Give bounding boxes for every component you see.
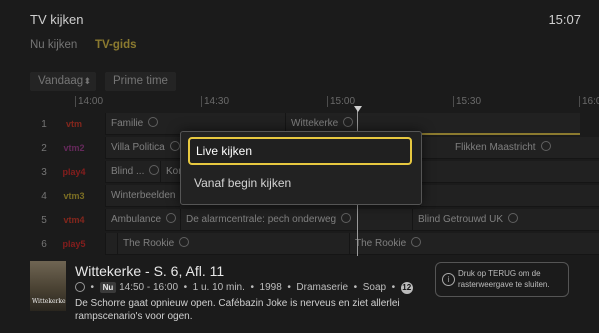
channel-logo-vtm3: vtm3 — [63, 191, 85, 201]
replay-icon — [179, 237, 190, 248]
channel-number: 4 — [41, 191, 47, 202]
age-rating-badge: 12 — [400, 282, 413, 294]
tab-nu-kijken[interactable]: Nu kijken — [30, 39, 77, 51]
channel-logo-play5: play5 — [62, 239, 86, 249]
program-title: Kor — [166, 166, 180, 177]
timeline-label: 15:30 — [456, 96, 482, 107]
timeline-tick — [579, 96, 580, 107]
program-cell[interactable]: De alarmcentrale: pech onderweg — [180, 209, 412, 231]
program-detail-title: Wittekerke - S. 6, Afl. 11 — [75, 263, 225, 279]
program-title: The Rookie — [355, 238, 407, 249]
replay-icon — [148, 117, 159, 128]
program-title: De alarmcentrale: pech onderweg — [186, 214, 337, 225]
program-title: Winterbeelden — [111, 190, 176, 201]
tab-tv-gids[interactable]: TV-gids — [95, 39, 137, 51]
program-genre: Dramaserie — [296, 282, 349, 293]
channel-logo-vtm2: vtm2 — [63, 143, 85, 153]
replay-icon — [341, 213, 352, 224]
replay-icon — [343, 117, 354, 128]
live-kijken-option[interactable]: Live kijken — [188, 137, 412, 165]
day-select-label: Vandaag — [38, 75, 84, 87]
updown-chevron-icon: ⬍ — [83, 76, 91, 86]
program-title: Wittekerke — [291, 118, 339, 129]
program-cell[interactable]: Flikken Maastricht — [420, 137, 599, 159]
program-description: De Schorre gaat opnieuw open. Cafébazin … — [75, 298, 400, 322]
program-cell[interactable] — [420, 185, 599, 207]
channel-logo-play4: play4 — [62, 167, 86, 177]
prime-time-button[interactable]: Prime time — [105, 72, 176, 91]
timeline-tick — [201, 96, 202, 107]
replay-icon — [540, 141, 551, 152]
page-title: TV kijken — [30, 12, 84, 27]
now-badge: Nu — [99, 282, 117, 293]
clock: 15:07 — [548, 12, 581, 27]
channel-logo-vtm: vtm — [65, 119, 82, 129]
hint-box: i Druk op TERUG om de rasterweergave te … — [435, 262, 569, 297]
replay-icon — [149, 165, 160, 176]
program-cell[interactable]: Villa Politica — [105, 137, 180, 159]
current-time-marker-icon — [354, 106, 362, 112]
info-icon: i — [442, 273, 455, 286]
program-cell[interactable]: Kor — [160, 161, 180, 183]
program-title: Blind Getrouwd UK — [418, 214, 504, 225]
day-select[interactable]: Vandaag ⬍ — [30, 72, 96, 91]
program-duration: 1 u. 10 min. — [192, 282, 245, 293]
channel-number: 3 — [41, 167, 47, 178]
timeline-tick — [453, 96, 454, 107]
timeline-label: 14:00 — [78, 96, 104, 107]
program-cell[interactable] — [420, 161, 599, 183]
program-time: 14:50 - 16:00 — [119, 282, 179, 293]
program-cell[interactable]: The Rookie — [349, 233, 599, 255]
vanaf-begin-option[interactable]: Vanaf begin kijken — [194, 176, 291, 190]
program-cell[interactable]: Winterbeelden — [105, 185, 180, 207]
channel-logo-vtm4: vtm4 — [63, 215, 85, 225]
channel-number: 1 — [41, 119, 47, 130]
program-cell[interactable] — [105, 233, 117, 255]
replay-icon — [169, 141, 180, 152]
channel-number: 2 — [41, 143, 47, 154]
hint-text: Druk op TERUG om de rasterweergave te sl… — [458, 269, 550, 289]
program-year: 1998 — [259, 282, 282, 293]
replay-icon — [75, 282, 85, 293]
timeline-label: 15:00 — [330, 96, 356, 107]
program-title: The Rookie — [123, 238, 175, 249]
program-cell[interactable]: Ambulance — [105, 209, 180, 231]
channel-number: 5 — [41, 215, 47, 226]
timeline-label: 14:30 — [204, 96, 230, 107]
replay-icon — [508, 213, 519, 224]
channel-number: 6 — [41, 239, 47, 250]
timeline-tick — [327, 96, 328, 107]
program-title: Blind ... — [111, 166, 145, 177]
program-poster: Wittekerke — [30, 261, 66, 311]
program-cell[interactable]: The Rookie — [117, 233, 349, 255]
timeline-label: 16:0 — [582, 96, 599, 107]
program-title: Familie — [111, 118, 144, 129]
timeline-tick — [75, 96, 76, 107]
poster-title: Wittekerke — [32, 298, 66, 305]
program-cell[interactable]: Blind ... — [105, 161, 160, 183]
program-subgenre: Soap — [362, 282, 387, 293]
program-meta: • Nu 14:50 - 16:00 • 1 u. 10 min. • 1998… — [75, 282, 413, 294]
program-title: Villa Politica — [111, 142, 165, 153]
replay-icon — [166, 213, 177, 224]
program-title: Flikken Maastricht — [455, 142, 536, 153]
program-title: Ambulance — [111, 214, 162, 225]
program-cell[interactable]: Blind Getrouwd UK — [412, 209, 599, 231]
replay-icon — [411, 237, 422, 248]
